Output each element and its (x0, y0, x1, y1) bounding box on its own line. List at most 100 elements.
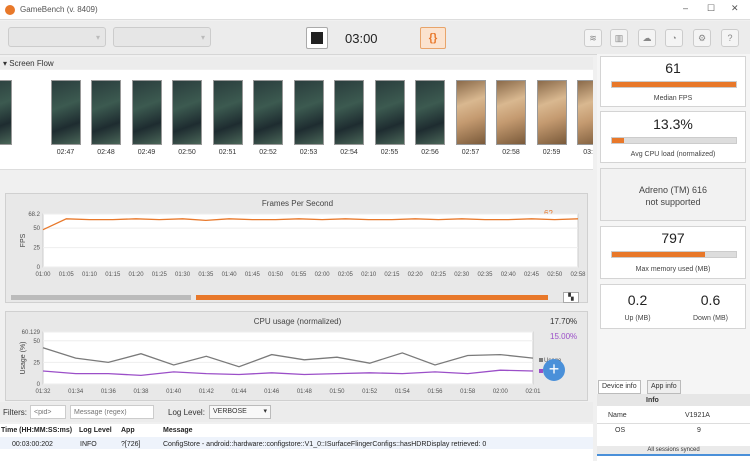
x-tick-label: 01:55 (291, 272, 307, 278)
x-tick-label: 01:10 (82, 272, 98, 278)
memory-value: 797 (661, 230, 685, 246)
y-tick-label: 60.129 (22, 330, 41, 336)
stop-button[interactable] (306, 27, 328, 49)
x-tick-label: 01:20 (129, 272, 145, 278)
screen-thumbnail[interactable] (91, 80, 121, 145)
screen-thumbnail[interactable] (415, 80, 445, 145)
y-tick-label: 25 (33, 360, 40, 366)
stop-icon (311, 32, 323, 44)
x-tick-label: 01:30 (175, 272, 191, 278)
tab-app-info[interactable]: App info (647, 380, 681, 394)
collapse-icon: ▾ (3, 59, 8, 68)
x-tick-label: 02:15 (384, 272, 400, 278)
x-tick-label: 02:35 (477, 272, 493, 278)
json-button[interactable]: {} (420, 27, 446, 49)
screen-thumbnail[interactable] (334, 80, 364, 145)
app-select[interactable]: ▾ (113, 27, 211, 47)
screen-thumbnail[interactable] (496, 80, 526, 145)
log-header-message: Message (163, 427, 193, 434)
fps-chart: 68.2 50 25 0 FPS 01:00 01:05 01:10 01:15 01:20 01:… (20, 212, 586, 278)
memory-card: 797 Max memory used (MB) (600, 226, 746, 279)
screen-thumbnail-time: 02:50 (178, 149, 196, 156)
x-tick-label: 01:50 (329, 389, 345, 395)
y-tick-label: 50 (33, 339, 40, 345)
trash-icon[interactable]: ▥ (610, 29, 628, 47)
message-filter-input[interactable] (70, 405, 154, 419)
network-up-value: 0.2 (627, 292, 648, 308)
x-tick-label: 01:35 (198, 272, 214, 278)
x-tick-label: 01:32 (35, 389, 51, 395)
screen-thumbnail[interactable] (374, 80, 405, 145)
screen-thumbnail[interactable] (212, 80, 243, 145)
gpu-card: Adreno (TM) 616 not supported (600, 168, 746, 221)
screen-thumbnail-time: 02:54 (340, 149, 358, 156)
screen-thumbnail[interactable] (172, 80, 202, 145)
log-level-label: Log Level: (168, 408, 205, 417)
info-key-name: Name (608, 412, 627, 419)
gpu-status: not supported (645, 197, 701, 207)
screen-thumbnail[interactable] (536, 80, 567, 145)
device-select[interactable]: ▾ (8, 27, 106, 47)
pid-filter-input[interactable] (30, 405, 66, 419)
fps-scroll-track[interactable] (11, 295, 191, 300)
x-tick-label: 01:42 (199, 389, 215, 395)
x-tick-label: 01:15 (105, 272, 121, 278)
y-tick-label: 25 (33, 246, 40, 252)
network-card: 0.2 Up (MB) 0.6 Down (MB) (600, 284, 746, 329)
info-value-name: V1921A (685, 412, 710, 419)
x-tick-label: 01:46 (264, 389, 280, 395)
cpu-panel: CPU usage (normalized) 17.70% 15.00% 60.… (5, 311, 588, 401)
screen-thumbnail[interactable] (293, 80, 324, 145)
log-level-value: VERBOSE (213, 408, 247, 415)
screen-thumbnail[interactable] (253, 80, 283, 145)
screen-thumbnail[interactable] (131, 80, 162, 145)
gpu-name: Adreno (TM) 616 (638, 185, 708, 195)
screen-thumbnail-time: 02:49 (137, 149, 156, 156)
wifi-icon[interactable]: ≋ (584, 29, 602, 47)
network-down-label: Down (MB) (692, 315, 728, 322)
pin-icon[interactable]: ▚ (563, 292, 579, 303)
screen-thumbnail-time: 02:52 (259, 149, 277, 156)
x-tick-label: 02:05 (338, 272, 354, 278)
x-tick-label: 02:20 (408, 272, 424, 278)
add-icon[interactable]: + (543, 359, 565, 381)
screen-thumbnail-time: 02:53 (299, 149, 318, 156)
app-logo-icon (5, 4, 15, 15)
sync-status: All sessions synced (597, 446, 750, 456)
screen-thumbnail-time: 02:55 (380, 149, 399, 156)
settings-icon[interactable]: ⚙ (693, 29, 711, 47)
screen-thumbnail-time: 02:59 (542, 149, 561, 156)
info-header: Info (646, 397, 659, 404)
log-level-select[interactable]: VERBOSE ▾ (209, 405, 271, 419)
device-tabs: Device info App info (597, 378, 750, 394)
help-icon[interactable]: ? (721, 29, 739, 47)
toolbar: ▾ ▾ 03:00 {} ≋ ▥ ☁ ◔ ⚙ ? (0, 21, 750, 55)
screen-thumbnail[interactable] (50, 80, 81, 145)
screen-thumbnail-time: 02:57 (461, 149, 480, 156)
x-tick-label: 01:00 (35, 272, 51, 278)
x-tick-label: 02:30 (454, 272, 470, 278)
screen-flow-header[interactable]: ▾ Screen Flow (0, 57, 593, 69)
x-tick-label: 02:10 (361, 272, 377, 278)
screen-thumbnail[interactable] (577, 80, 593, 145)
clock-icon[interactable]: ◔ (665, 29, 683, 47)
cloud-icon[interactable]: ☁ (638, 29, 656, 47)
tab-device-info[interactable]: Device info (598, 380, 641, 394)
screen-thumbnail[interactable] (455, 80, 486, 145)
median-fps-value: 61 (665, 60, 681, 76)
log-cell-time: 00:03:00:202 (12, 441, 53, 448)
median-fps-label: Median FPS (653, 95, 693, 102)
minimize-button[interactable]: – (683, 3, 688, 13)
x-tick-label: 02:40 (501, 272, 517, 278)
screen-thumbnail[interactable] (0, 80, 12, 145)
log-cell-app: ?[726] (121, 441, 141, 448)
x-tick-label: 02:25 (431, 272, 447, 278)
maximize-button[interactable]: ☐ (707, 3, 715, 14)
memory-bar (611, 251, 737, 258)
close-button[interactable]: ✕ (731, 3, 739, 14)
session-timer: 03:00 (345, 31, 378, 46)
x-tick-label: 01:40 (222, 272, 238, 278)
fps-scroll-thumb[interactable] (196, 295, 548, 300)
network-up-label: Up (MB) (624, 315, 651, 322)
y-tick-label: 0 (37, 265, 41, 271)
